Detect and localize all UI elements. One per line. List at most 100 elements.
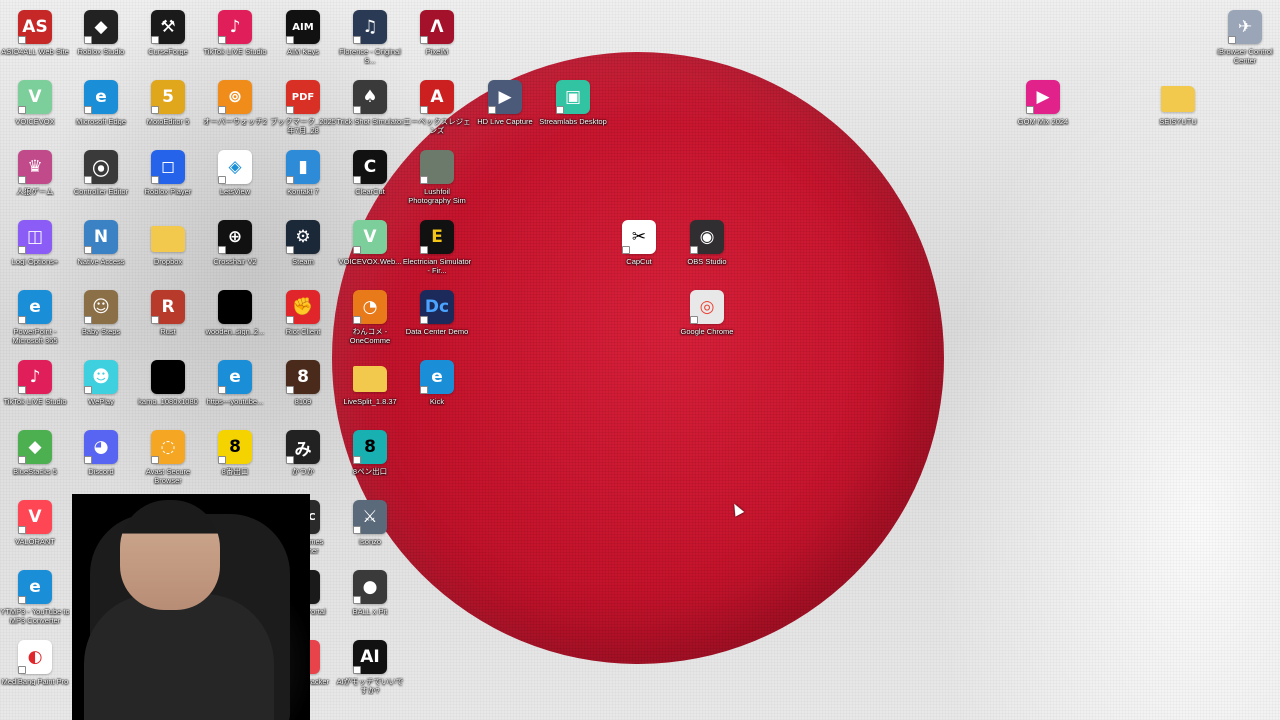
desktop-shortcut-label: MotoEditor 5 <box>146 117 190 126</box>
desktop-shortcut[interactable]: AIM AIM Keys <box>268 10 338 56</box>
desktop-shortcut[interactable]: e Kick <box>402 360 472 406</box>
desktop-shortcut[interactable]: ⚙ Steam <box>268 220 338 266</box>
desktop-shortcut[interactable]: ◉ OBS Studio <box>672 220 742 266</box>
desktop-shortcut[interactable]: wooden_sign_2... <box>200 290 270 336</box>
desktop-shortcut[interactable]: SEISYUTU <box>1143 80 1213 126</box>
desktop-shortcut[interactable]: ⊚ オーバーウォッチ2 <box>200 80 270 126</box>
desktop-shortcut-label: 人狼ゲーム <box>16 187 54 196</box>
tiktok-icon: ♪ <box>18 360 52 394</box>
desktop-shortcut[interactable]: E Electrician Simulator - Fir... <box>402 220 472 275</box>
desktop-shortcut[interactable]: R Rust <box>133 290 203 336</box>
desktop-shortcut-label: 8番出口 <box>221 467 249 476</box>
desktop-shortcut[interactable]: ✊ Riot Client <box>268 290 338 336</box>
desktop-shortcut[interactable]: ● BALL x Pit <box>335 570 405 616</box>
curseforge-icon: ⚒ <box>151 10 185 44</box>
valorant-icon: V <box>18 500 52 534</box>
desktop-shortcut[interactable]: ◌ Avast Secure Browser <box>133 430 203 485</box>
desktop-shortcut[interactable]: e PowerPoint - Microsoft 365 <box>0 290 70 345</box>
desktop-shortcut[interactable]: e https---youtube... <box>200 360 270 406</box>
image-file-icon <box>218 290 252 324</box>
desktop-shortcut[interactable]: ◎ Google Chrome <box>672 290 742 336</box>
desktop-shortcut[interactable]: ◕ Discord <box>66 430 136 476</box>
desktop-shortcut[interactable]: ▶ GOM Mix 2024 <box>1008 80 1078 126</box>
discord-icon: ◕ <box>84 430 118 464</box>
desktop-shortcut[interactable]: AI AIがモッチでいいですか? <box>335 640 405 695</box>
desktop-shortcut-label: Google Chrome <box>680 327 734 336</box>
native-access-icon: N <box>84 220 118 254</box>
desktop-shortcut[interactable]: 8 8ペン出口 <box>335 430 405 476</box>
desktop-shortcut-label: エーペックスレジェンズ <box>403 117 471 135</box>
desktop-shortcut[interactable]: ⚔ Isonzo <box>335 500 405 546</box>
avast-browser-icon: ◌ <box>151 430 185 464</box>
desktop-shortcut[interactable]: ♠ Trick Shot Simulator <box>335 80 405 126</box>
pixelm-icon: Λ <box>420 10 454 44</box>
hd-live-capture-icon: ▶ <box>488 80 522 114</box>
desktop-shortcut[interactable]: ▣ Streamlabs Desktop <box>538 80 608 126</box>
desktop-shortcut-label: Kontakt 7 <box>287 187 319 196</box>
desktop-shortcut[interactable]: V VOICEVOX.Web... <box>335 220 405 266</box>
desktop-shortcut[interactable]: N Native Access <box>66 220 136 266</box>
desktop-shortcut-label: YTMP3 - YouTube to MP3 Converter <box>0 607 70 625</box>
desktop-shortcut[interactable]: ♪ TikTok LIVE Studio <box>200 10 270 56</box>
desktop-shortcut[interactable]: 5 MotoEditor 5 <box>133 80 203 126</box>
desktop-shortcut[interactable]: AS ASIO4ALL Web Site <box>0 10 70 56</box>
desktop-shortcut[interactable]: C ClearCut <box>335 150 405 196</box>
desktop-shortcut[interactable]: kamo_1080x1080 <box>133 360 203 406</box>
desktop-shortcut[interactable]: ◐ MediBang Paint Pro <box>0 640 70 686</box>
desktop-shortcut-label: わんコメ - OneComme <box>349 327 391 345</box>
desktop-shortcut[interactable]: ♪ TikTok LIVE Studio <box>0 360 70 406</box>
lushfoil-icon <box>420 150 454 184</box>
desktop-shortcut[interactable]: ◻ Roblox Player <box>133 150 203 196</box>
desktop-shortcut[interactable]: ◫ Logi Options+ <box>0 220 70 266</box>
desktop-shortcut[interactable]: ✂ CapCut <box>604 220 674 266</box>
desktop-shortcut[interactable]: V VALORANT <box>0 500 70 546</box>
desktop-shortcut[interactable]: ▶ HD Live Capture <box>470 80 540 126</box>
onecomme-icon: ◔ <box>353 290 387 324</box>
desktop-shortcut[interactable]: A エーペックスレジェンズ <box>402 80 472 135</box>
desktop-shortcut-label: GOM Mix 2024 <box>1017 117 1069 126</box>
desktop-shortcut[interactable]: ♫ Florence - Original S... <box>335 10 405 65</box>
desktop-shortcut[interactable]: Dc Data Center Demo <box>402 290 472 336</box>
desktop-shortcut[interactable]: 8 8109 <box>268 360 338 406</box>
desktop-shortcut[interactable]: Dropbox <box>133 220 203 266</box>
desktop-shortcut-label: CurseForge <box>148 47 188 56</box>
desktop-shortcut[interactable]: ☻ WePlay <box>66 360 136 406</box>
ytmp3-icon: e <box>18 570 52 604</box>
chrome-icon: ◎ <box>690 290 724 324</box>
desktop-shortcut-label: ClearCut <box>355 187 385 196</box>
desktop-shortcut[interactable]: e Microsoft Edge <box>66 80 136 126</box>
katsuka-icon: み <box>286 430 320 464</box>
desktop-shortcut[interactable]: PDF ブックマーク_2025年7月_28 <box>268 80 338 135</box>
weplay-icon: ☻ <box>84 360 118 394</box>
desktop-shortcut-label: Electrician Simulator - Fir... <box>402 257 472 275</box>
desktop-shortcut[interactable]: LiveSplit_1.8.37 <box>335 360 405 406</box>
desktop-shortcut[interactable]: 8 8番出口 <box>200 430 270 476</box>
desktop-shortcut[interactable]: ⊕ Crosshair V2 <box>200 220 270 266</box>
desktop-shortcut-label: HD Live Capture <box>477 117 533 126</box>
desktop-shortcut[interactable]: e YTMP3 - YouTube to MP3 Converter <box>0 570 70 625</box>
desktop-shortcut[interactable]: ⚒ CurseForge <box>133 10 203 56</box>
desktop-shortcut-label: Isonzo <box>358 537 382 546</box>
desktop-shortcut-label: Steam <box>292 257 314 266</box>
desktop-shortcut[interactable]: ⦿ Controller Editor <box>66 150 136 196</box>
desktop-shortcut[interactable]: Lushfoil Photography Sim <box>402 150 472 205</box>
medibang-icon: ◐ <box>18 640 52 674</box>
desktop-shortcut-label: WePlay <box>88 397 114 406</box>
desktop-shortcut[interactable]: ◈ LetsView <box>200 150 270 196</box>
trickshot-icon: ♠ <box>353 80 387 114</box>
desktop-shortcut[interactable]: V VOICEVOX <box>0 80 70 126</box>
motoeditor-icon: 5 <box>151 80 185 114</box>
desktop-shortcut[interactable]: ▮ Kontakt 7 <box>268 150 338 196</box>
folder-icon <box>1161 86 1195 112</box>
desktop-shortcut[interactable]: ◔ わんコメ - OneComme <box>335 290 405 345</box>
desktop-shortcut[interactable]: ♛ 人狼ゲーム <box>0 150 70 196</box>
desktop-shortcut[interactable]: ◆ Roblox Studio <box>66 10 136 56</box>
desktop-shortcut[interactable]: Λ PixelM <box>402 10 472 56</box>
clearcut-icon: C <box>353 150 387 184</box>
roblox-studio-icon: ◆ <box>84 10 118 44</box>
desktop-shortcut[interactable]: ✈ iBrowser Control Center <box>1210 10 1280 65</box>
desktop-shortcut-label: Rust <box>160 327 176 336</box>
desktop-shortcut[interactable]: ☺ Baby Steps <box>66 290 136 336</box>
desktop-shortcut[interactable]: みかつか <box>268 430 338 476</box>
desktop-shortcut[interactable]: ◆ BlueStacks 5 <box>0 430 70 476</box>
